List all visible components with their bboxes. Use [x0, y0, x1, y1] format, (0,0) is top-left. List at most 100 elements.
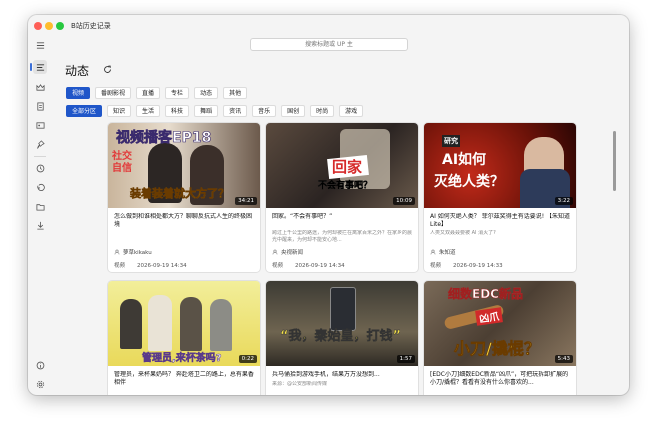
clock-icon[interactable] [33, 161, 47, 175]
video-thumbnail[interactable]: 研究 AI如何 灭绝人类？ 3:22 [424, 123, 576, 208]
sidebar [28, 37, 52, 395]
category-news[interactable]: 资讯 [223, 105, 248, 117]
category-all[interactable]: 全部分区 [66, 105, 103, 117]
video-card[interactable]: 视频播客EP18 社交自信 装着装着就大方了？ 34:21 怎么做到和谁相处都大… [108, 123, 260, 272]
category-music[interactable]: 音乐 [252, 105, 277, 117]
thumbnail-caption: 不会有事吧？ [318, 181, 373, 191]
search-input[interactable]: 搜索标题或 UP 主 [250, 38, 408, 51]
video-thumbnail[interactable]: 细数EDC新品 凶爪 小刀/撬棍？ 5:43 [424, 281, 576, 366]
video-card[interactable]: 研究 AI如何 灭绝人类？ 3:22 AI 如何灭绝人类？ 菲尔兹奖得主有话要说… [424, 123, 576, 272]
settings-icon[interactable] [33, 377, 47, 391]
sidebar-divider [34, 156, 46, 157]
author-name: 央视新闻 [281, 250, 304, 256]
video-description: 人类又双叒叕要被 AI 消灭了? [430, 230, 496, 236]
video-author[interactable]: 萝草kikaku [114, 248, 152, 256]
video-thumbnail[interactable]: 视频播客EP18 社交自信 装着装着就大方了？ 34:21 [108, 123, 260, 208]
scrollbar[interactable] [613, 131, 616, 191]
close-window-button[interactable] [34, 22, 42, 30]
video-meta: 视频 2026-09-19 14:33 [430, 261, 503, 269]
thumbnail-headline: 细数EDC新品 [448, 287, 523, 302]
tab-other[interactable]: 其他 [223, 87, 248, 99]
minimize-window-button[interactable] [45, 22, 53, 30]
category-game[interactable]: 游戏 [339, 105, 364, 117]
video-meta: 视频 2026-09-19 14:34 [272, 261, 345, 269]
video-card[interactable]: 回家 不会有事吧？ 10:09 回家。“不会有事吧？” 跨过上千公里的路途，为何… [266, 123, 418, 272]
author-name: 萝草kikaku [123, 250, 152, 256]
window-title: B站历史记录 [71, 22, 111, 30]
history-icon[interactable] [30, 60, 47, 74]
tab-live[interactable]: 直播 [136, 87, 161, 99]
video-description: 跨过上千公里的路途，为何却被拦在离家百米之外？在家乡的晨光中醒来，为何却不能安心… [272, 230, 413, 243]
video-title[interactable]: 回家。“不会有事吧？” [272, 213, 414, 221]
thumbnail-caption: 装着装着就大方了？ [130, 187, 230, 201]
titlebar: B站历史记录 [28, 15, 629, 37]
video-duration: 0:22 [238, 355, 257, 363]
video-thumbnail[interactable]: “我，秦始皇，打钱” 1:57 [266, 281, 418, 366]
thumbnail-caption: 管理员,来杯茶吗? [142, 353, 222, 365]
type-tabs: 视频 番剧影视 直播 专栏 动态 其他 [66, 87, 248, 99]
category-fashion[interactable]: 时尚 [310, 105, 335, 117]
tab-dynamic[interactable]: 动态 [194, 87, 219, 99]
watch-time: 2026-09-19 14:34 [137, 263, 187, 269]
video-type: 视频 [114, 263, 126, 269]
character-figure [210, 299, 232, 351]
video-duration: 10:09 [393, 197, 415, 205]
character-figure [148, 295, 172, 351]
pin-icon[interactable] [33, 137, 47, 151]
character-figure [180, 297, 202, 351]
character-figure [120, 299, 142, 349]
thumbnail-headline: 回家 [332, 158, 363, 176]
tab-bangumi[interactable]: 番剧影视 [95, 87, 132, 99]
video-meta: 视频 2026-09-19 14:34 [114, 261, 187, 269]
thumbnail-tag: 凶爪 [475, 307, 503, 326]
video-card[interactable]: “我，秦始皇，打钱” 1:57 兵马俑拾到游戏手机，结果万万没想到... 来源：… [266, 281, 418, 395]
video-type: 视频 [430, 263, 442, 269]
card-icon[interactable] [33, 118, 47, 132]
zoom-window-button[interactable] [56, 22, 64, 30]
user-icon [272, 249, 278, 255]
tab-video[interactable]: 视频 [66, 87, 91, 99]
category-guochuang[interactable]: 国创 [281, 105, 306, 117]
tab-article[interactable]: 专栏 [165, 87, 190, 99]
video-title[interactable]: AI 如何灭绝人类？ 菲尔兹奖得主有话要说! 【朱知道Lite】 [430, 213, 572, 229]
video-author[interactable]: 央视新闻 [272, 248, 303, 256]
thumbnail-tag: 社交自信 [112, 151, 132, 174]
video-thumbnail[interactable]: 管理员,来杯茶吗? 0:22 [108, 281, 260, 366]
video-duration: 34:21 [235, 197, 257, 205]
thumbnail-caption: 小刀/撬棍？ [454, 339, 540, 359]
article-icon[interactable] [33, 99, 47, 113]
category-tech[interactable]: 科技 [165, 105, 190, 117]
folder-icon[interactable] [33, 199, 47, 213]
watch-time: 2026-09-19 14:34 [295, 263, 345, 269]
video-card[interactable]: 管理员,来杯茶吗? 0:22 管理员，来杯果奶吗？ 奔赴塔卫二的路上，总有果香相… [108, 281, 260, 395]
refresh-icon[interactable] [103, 65, 112, 74]
video-duration: 3:22 [554, 197, 573, 205]
thumbnail-caption: 灭绝人类？ [434, 174, 504, 190]
watch-time: 2026-09-19 14:33 [453, 263, 503, 269]
video-author[interactable]: 朱知道 [430, 248, 456, 256]
category-knowledge[interactable]: 知识 [107, 105, 132, 117]
undo-icon[interactable] [33, 180, 47, 194]
thumbnail-caption: “我，秦始皇，打钱” [280, 329, 402, 345]
live-icon[interactable] [33, 80, 47, 94]
app-window: B站历史记录 搜索标题或 UP 主 动态 视频 番剧影视 直播 专栏 动态 其他… [28, 15, 629, 395]
video-duration: 5:43 [554, 355, 573, 363]
video-title[interactable]: 管理员，来杯果奶吗？ 奔赴塔卫二的路上，总有果香相伴 [114, 371, 256, 387]
video-title[interactable]: 怎么做到和谁相处都大方？聊聊反抗式人生的终极困境 [114, 213, 256, 229]
video-title[interactable]: 兵马俑拾到游戏手机，结果万万没想到... [272, 371, 414, 379]
user-icon [430, 249, 436, 255]
thumbnail-headline: AI如何 [442, 152, 487, 168]
user-icon [114, 249, 120, 255]
category-life[interactable]: 生活 [136, 105, 161, 117]
video-duration: 1:57 [396, 355, 415, 363]
category-dance[interactable]: 舞蹈 [194, 105, 219, 117]
info-icon[interactable] [33, 358, 47, 372]
video-description: 来源：@公安部新闻传媒 [272, 381, 328, 387]
menu-icon[interactable] [33, 38, 47, 52]
video-thumbnail[interactable]: 回家 不会有事吧？ 10:09 [266, 123, 418, 208]
video-title[interactable]: [EDC小刀]细数EDC新品“凶爪”，可把玩拆卸扩展的小刀/撬棍？看看有没有什么… [430, 371, 572, 387]
video-card[interactable]: 细数EDC新品 凶爪 小刀/撬棍？ 5:43 [EDC小刀]细数EDC新品“凶爪… [424, 281, 576, 395]
download-icon[interactable] [33, 218, 47, 232]
page-title: 动态 [65, 64, 90, 78]
thumbnail-badge: 研究 [442, 135, 460, 147]
